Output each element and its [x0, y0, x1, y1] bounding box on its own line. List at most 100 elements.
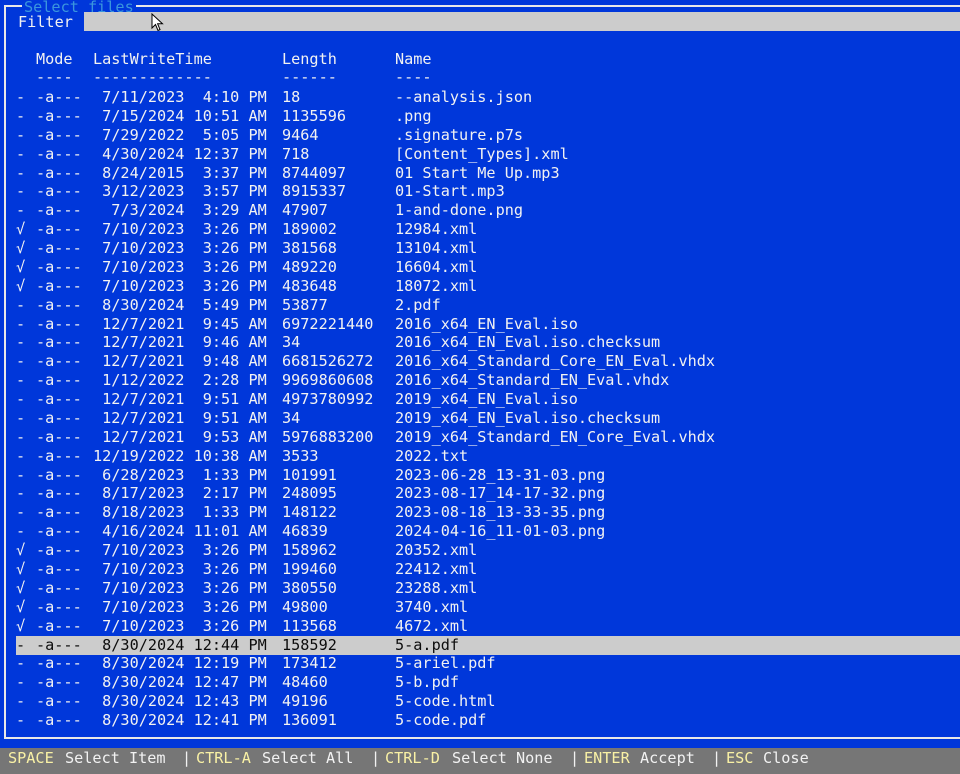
file-row[interactable]: √ -a--- 7/10/2023 3:26 PM 381568 13104.xml	[16, 239, 960, 258]
file-name: 2019_x64_Standard_EN_Core_Eval.vhdx	[395, 427, 716, 446]
file-row[interactable]: - -a--- 8/24/2015 3:37 PM 8744097 01 Start …	[16, 164, 960, 183]
file-lastwritetime: 7/10/2023 3:26 PM	[93, 597, 267, 616]
hotkey-label-enter[interactable]: Accept	[640, 748, 695, 769]
file-row[interactable]: - -a--- 4/16/2024 11:01 AM 46839 2024-04-16…	[16, 522, 960, 541]
column-header-mode[interactable]: Mode	[36, 50, 73, 69]
file-row[interactable]: - -a--- 8/30/2024 5:49 PM 53877 2.pdf	[16, 296, 960, 315]
file-lastwritetime: 8/30/2024 12:43 PM	[93, 692, 267, 711]
column-header-lastwritetime[interactable]: LastWriteTime	[93, 50, 212, 69]
selection-mark: -	[16, 427, 26, 446]
selection-mark: √	[16, 220, 26, 239]
file-row[interactable]: - -a--- 8/30/2024 12:19 PM 173412 5-ariel.p…	[16, 654, 960, 673]
file-length: 34	[282, 408, 301, 427]
selection-mark: -	[16, 201, 26, 220]
file-name: 20352.xml	[395, 541, 478, 560]
file-length: 248095	[282, 484, 337, 503]
file-name: 2023-08-18_13-33-35.png	[395, 503, 606, 522]
file-length: 9464	[282, 125, 319, 144]
file-row[interactable]: √ -a--- 7/10/2023 3:26 PM 158962 20352.xml	[16, 541, 960, 560]
file-name: 22412.xml	[395, 560, 478, 578]
file-mode: -a---	[36, 352, 82, 371]
file-mode: -a---	[36, 427, 82, 446]
hotkey-label-ctrl-a[interactable]: Select All	[262, 748, 353, 769]
hotkey-enter[interactable]: ENTER	[584, 748, 630, 769]
file-row[interactable]: - -a--- 8/30/2024 12:47 PM 48460 5-b.pdf	[16, 673, 960, 692]
file-name: 2022.txt	[395, 446, 469, 465]
file-row[interactable]: - -a--- 8/18/2023 1:33 PM 148122 2023-08-18…	[16, 503, 960, 522]
file-row[interactable]: √ -a--- 7/10/2023 3:26 PM 483648 18072.xml	[16, 277, 960, 296]
file-row[interactable]: - -a--- 8/30/2024 12:43 PM 49196 5-code.htm…	[16, 692, 960, 711]
file-name: 2024-04-16_11-01-03.png	[395, 522, 606, 541]
file-row[interactable]: - -a--- 7/11/2023 4:10 PM 18 --analysis.jso…	[16, 88, 960, 107]
file-lastwritetime: 3/12/2023 3:57 PM	[93, 182, 267, 201]
file-row[interactable]: - -a--- 4/30/2024 12:37 PM 718 [Content_Typ…	[16, 145, 960, 164]
file-length: 381568	[282, 239, 337, 258]
file-row[interactable]: - -a--- 8/17/2023 2:17 PM 248095 2023-08-17…	[16, 484, 960, 503]
selection-mark: -	[16, 390, 26, 409]
file-row[interactable]: - -a--- 1/12/2022 2:28 PM 9969860608 2016_x…	[16, 371, 960, 390]
file-row[interactable]: - -a--- 12/7/2021 9:51 AM 4973780992 2019_x…	[16, 390, 960, 409]
file-length: 189002	[282, 220, 337, 239]
file-row[interactable]: - -a--- 7/15/2024 10:51 AM 1135596 .png	[16, 107, 960, 126]
file-name: 16604.xml	[395, 257, 478, 276]
file-mode: -a---	[36, 692, 82, 711]
hotkey-space[interactable]: SPACE	[8, 748, 54, 769]
file-row[interactable]: √ -a--- 7/10/2023 3:26 PM 113568 4672.xml	[16, 617, 960, 636]
status-separator: |	[570, 749, 580, 767]
file-row[interactable]: √ -a--- 7/10/2023 3:26 PM 199460 22412.xml	[16, 560, 960, 579]
hotkey-label-esc[interactable]: Close	[763, 748, 809, 769]
status-separator: |	[371, 749, 381, 767]
file-row[interactable]: - -a--- 12/7/2021 9:53 AM 5976883200 2019_x…	[16, 428, 960, 447]
file-row[interactable]: - -a--- 12/19/2022 10:38 AM 3533 2022.txt	[16, 447, 960, 466]
hotkey-label-ctrl-d[interactable]: Select None	[452, 748, 553, 769]
selection-mark: -	[16, 408, 26, 427]
file-row[interactable]: √ -a--- 7/10/2023 3:26 PM 49800 3740.xml	[16, 598, 960, 617]
file-name: .signature.p7s	[395, 125, 524, 144]
selection-mark: -	[16, 163, 26, 182]
file-mode: -a---	[36, 125, 82, 144]
file-mode: -a---	[36, 635, 82, 654]
file-name: 5-b.pdf	[395, 673, 460, 692]
file-mode: -a---	[36, 239, 82, 258]
file-name: 12984.xml	[395, 220, 478, 239]
file-row[interactable]: √ -a--- 7/10/2023 3:26 PM 189002 12984.xml	[16, 220, 960, 239]
file-row[interactable]: - -a--- 8/30/2024 12:44 PM 158592 5-a.pdf	[16, 635, 960, 655]
name-underline: ----	[395, 68, 432, 86]
file-name: 2023-08-17_14-17-32.png	[395, 484, 606, 503]
file-row[interactable]: - -a--- 8/30/2024 12:41 PM 136091 5-code.pd…	[16, 711, 960, 730]
file-mode: -a---	[36, 182, 82, 201]
file-row[interactable]: √ -a--- 7/10/2023 3:26 PM 489220 16604.xml	[16, 258, 960, 277]
file-lastwritetime: 12/7/2021 9:51 AM	[93, 408, 267, 427]
file-name: 5-ariel.pdf	[395, 654, 496, 673]
file-row[interactable]: - -a--- 12/7/2021 9:46 AM 34 2016_x64_EN_Ev…	[16, 333, 960, 352]
file-length: 46839	[282, 522, 328, 541]
file-row[interactable]: - -a--- 7/3/2024 3:29 AM 47907 1-and-done.p…	[16, 201, 960, 220]
hotkey-esc[interactable]: ESC	[726, 748, 753, 769]
file-lastwritetime: 12/7/2021 9:53 AM	[93, 427, 267, 446]
selection-mark: √	[16, 560, 26, 578]
column-header-underline: ---- ------------- ------ ----	[16, 68, 960, 87]
file-length: 199460	[282, 560, 337, 578]
status-separator: |	[712, 749, 722, 767]
file-row[interactable]: - -a--- 3/12/2023 3:57 PM 8915337 01-Start.…	[16, 182, 960, 201]
filter-input[interactable]	[84, 12, 960, 31]
file-name: 4672.xml	[395, 616, 469, 635]
selection-mark: -	[16, 314, 26, 333]
hotkey-ctrl-d[interactable]: CTRL-D	[385, 748, 440, 769]
hotkey-label-space[interactable]: Select Item	[65, 748, 166, 769]
file-name: 2023-06-28_13-31-03.png	[395, 465, 606, 484]
file-lastwritetime: 12/7/2021 9:48 AM	[93, 352, 267, 371]
file-row[interactable]: - -a--- 7/29/2022 5:05 PM 9464 .signature.p…	[16, 126, 960, 145]
file-row[interactable]: √ -a--- 7/10/2023 3:26 PM 380550 23288.xml	[16, 579, 960, 598]
file-mode: -a---	[36, 446, 82, 465]
selection-mark: -	[16, 654, 26, 673]
file-row[interactable]: - -a--- 6/28/2023 1:33 PM 101991 2023-06-28…	[16, 466, 960, 485]
hotkey-ctrl-a[interactable]: CTRL-A	[196, 748, 251, 769]
column-header-name[interactable]: Name	[395, 50, 432, 69]
column-header-length[interactable]: Length	[282, 50, 337, 69]
file-length: 158962	[282, 541, 337, 560]
file-row[interactable]: - -a--- 12/7/2021 9:45 AM 6972221440 2016_x…	[16, 315, 960, 334]
file-row[interactable]: - -a--- 12/7/2021 9:48 AM 6681526272 2016_x…	[16, 352, 960, 371]
file-row[interactable]: - -a--- 12/7/2021 9:51 AM 34 2019_x64_EN_Ev…	[16, 409, 960, 428]
file-name: 2.pdf	[395, 295, 441, 314]
